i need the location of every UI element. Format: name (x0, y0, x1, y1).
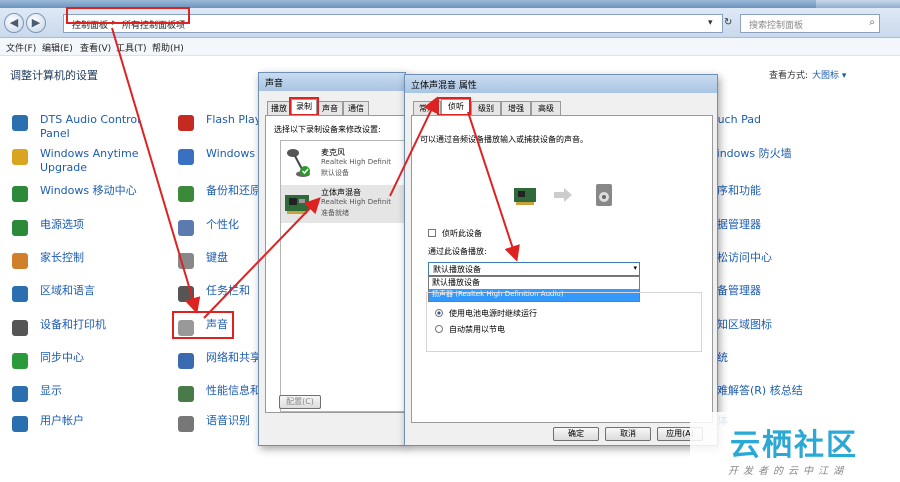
arrow-sound-to-stereo-mix (203, 197, 321, 319)
annotation-arrows (111, 27, 520, 319)
watermark-tagline: 开发者的云中江湖 (728, 466, 848, 477)
arrow-listen-to-select (467, 111, 520, 262)
arrow-breadcrumb-to-sound (111, 27, 201, 314)
watermark: 云栖社区 开发者的云中江湖 (690, 412, 900, 482)
arrow-stereo-mix-to-listen (389, 96, 439, 197)
screen: ◀ ▶ 控制面板 ▸ 所有控制面板项 ▸ ▾ ↻ 搜索控制面板 ⌕ 文件(F) … (0, 0, 900, 482)
watermark-logo: 云栖社区 (730, 428, 858, 463)
